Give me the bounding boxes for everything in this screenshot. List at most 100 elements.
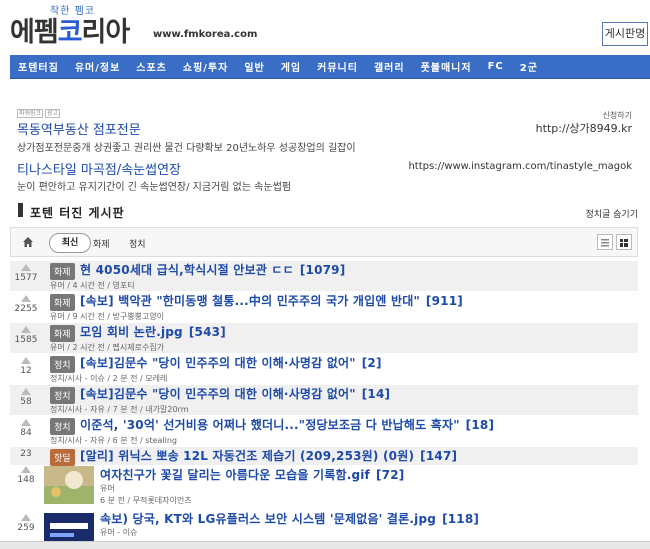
vote-count: 259 <box>17 523 35 533</box>
post-title[interactable]: 이준석, '30억' 선거비용 어쩌나 했더니..."정당보조금 다 반납해도 … <box>80 416 494 433</box>
post-title[interactable]: [알리] 위닉스 뽀송 12L 자동건조 제습기 (209,253원) (0원)… <box>80 447 457 464</box>
post-row-2[interactable]: 2255 화제 [속보] 백악관 "한미동맹 철통...中의 민주주의 국가 개… <box>10 292 638 322</box>
post-meta: 정치/시사 - 자유 / 6 분 전 / stealing <box>50 436 178 445</box>
site-logo[interactable]: 에펨코리아 <box>10 10 131 49</box>
vote-box: 259 <box>10 514 42 533</box>
vote-box: 2255 <box>10 295 42 314</box>
tab-politics[interactable]: 정치 <box>129 237 146 250</box>
nav-item-fm[interactable]: 풋볼매니저 <box>413 59 480 74</box>
post-title-text: 속보) 당국, KT와 LG유플러스 보안 시스템 '문제없음' 결론.jpg <box>100 512 437 526</box>
post-row-5[interactable]: 58 정치 [속보]김문수 "당이 민주주의 대한 이해·사명감 없어" [14]… <box>10 385 638 415</box>
comment-count: [543] <box>188 325 226 339</box>
ad-title-2[interactable]: 티나스타일 마곡점/속눈썹연장 <box>17 159 181 178</box>
post-row-8[interactable]: 148 여자친구가 꽃길 달리는 아름다운 모습을 기록함.gif [72] 유머… <box>10 466 638 508</box>
list-view-button[interactable] <box>597 234 613 250</box>
vote-box: 12 <box>10 357 42 376</box>
vote-count: 23 <box>20 449 32 459</box>
category-badge[interactable]: 화제 <box>50 263 75 280</box>
post-title[interactable]: [속보] 백악관 "한미동맹 철통...中의 민주주의 국가 개입엔 반대" [9… <box>80 292 463 309</box>
ad-url-1[interactable]: http://상가8949.kr <box>536 120 632 136</box>
comment-count: [118] <box>442 512 480 526</box>
post-title[interactable]: [속보]김문수 "당이 민주주의 대한 이해·사명감 없어" [14] <box>80 385 390 402</box>
nav-item-gallery[interactable]: 갤러리 <box>366 59 413 74</box>
upvote-icon <box>21 514 31 521</box>
post-meta: 유머 / 2 시간 전 / 펩시제로수집가 <box>50 343 165 352</box>
post-row-9[interactable]: 259 속보) 당국, KT와 LG유플러스 보안 시스템 '문제없음' 결론.… <box>10 510 638 541</box>
list-view-icon <box>601 239 609 247</box>
post-row-6[interactable]: 84 정치 이준석, '30억' 선거비용 어쩌나 했더니..."정당보조금 다… <box>10 416 638 446</box>
tab-latest[interactable]: 최신 <box>49 233 91 253</box>
nav-item-general[interactable]: 일반 <box>236 59 272 74</box>
vote-count: 148 <box>17 475 35 485</box>
upvote-icon <box>21 326 31 333</box>
vote-count: 1585 <box>14 335 38 345</box>
upvote-icon <box>21 295 31 302</box>
post-title[interactable]: 현 4050세대 급식,학식시절 안보관 ㄷㄷ [1079] <box>80 261 345 278</box>
nav-item-2gun[interactable]: 2군 <box>512 59 546 74</box>
category-badge[interactable]: 정치 <box>50 356 75 373</box>
post-title[interactable]: 모임 회비 논란.jpg [543] <box>80 323 226 340</box>
site-header: 착한 펨코 에펨코리아 www.fmkorea.com 게시판명 <box>0 0 650 50</box>
logo-text-1: 에펨 <box>10 17 59 48</box>
post-row-7[interactable]: 23 핫딜 [알리] 위닉스 뽀송 12L 자동건조 제습기 (209,253원… <box>10 447 638 466</box>
post-title-text: 여자친구가 꽃길 달리는 아름다운 모습을 기록함.gif <box>100 468 370 482</box>
upvote-icon <box>21 466 31 473</box>
post-title-text: [알리] 위닉스 뽀송 12L 자동건조 제습기 (209,253원) (0원) <box>80 449 415 463</box>
os-taskbar <box>0 541 650 549</box>
category-badge[interactable]: 화제 <box>50 325 75 342</box>
post-row-3[interactable]: 1585 화제 모임 회비 논란.jpg [543] 유머 / 2 시간 전 / … <box>10 323 638 353</box>
vote-count: 1577 <box>14 273 38 283</box>
nav-item-poten[interactable]: 포텐터짐 <box>10 59 67 74</box>
ad-title-1[interactable]: 목동역부동산 점포전문 <box>17 119 141 138</box>
vote-box: 1585 <box>10 326 42 345</box>
vote-box: 23 <box>10 447 42 459</box>
post-row-4[interactable]: 12 정치 [속보]김문수 "당이 민주주의 대한 이해·사명감 없어" [2] … <box>10 354 638 384</box>
ad-url-2[interactable]: https://www.instagram.com/tinastyle_mago… <box>408 161 632 172</box>
category-badge[interactable]: 정치 <box>50 418 75 435</box>
comment-count: [72] <box>375 468 405 482</box>
vote-box: 84 <box>10 419 42 438</box>
hide-politics-toggle[interactable]: 정치글 숨기기 <box>585 207 638 220</box>
comment-count: [911] <box>425 294 463 308</box>
vote-box: 148 <box>10 466 42 485</box>
post-meta: 6 분 전 / 무적롯데자이언츠 <box>100 496 192 505</box>
post-meta: 정치/시사 - 자유 / 7 분 전 / 내가말20rm <box>50 405 189 414</box>
nav-item-game[interactable]: 게임 <box>273 59 309 74</box>
post-title[interactable]: 여자친구가 꽃길 달리는 아름다운 모습을 기록함.gif [72] <box>100 466 404 483</box>
logo-text-2: 코 <box>57 17 83 48</box>
board-name-button[interactable]: 게시판명 <box>602 22 648 46</box>
post-thumbnail[interactable] <box>44 513 94 541</box>
nav-item-sports[interactable]: 스포츠 <box>128 59 175 74</box>
logo-text-3: 리아 <box>81 17 131 48</box>
post-meta: 유머 / 4 시간 전 / 영포티 <box>50 281 135 290</box>
nav-item-shopping[interactable]: 쇼핑/투자 <box>175 59 236 74</box>
nav-item-humor[interactable]: 유머/정보 <box>67 59 128 74</box>
category-badge[interactable]: 화제 <box>50 294 75 311</box>
post-title-text: [속보] 백악관 "한미동맹 철통...中의 민주주의 국가 개입엔 반대" <box>80 294 420 308</box>
vote-count: 84 <box>20 428 32 438</box>
nav-item-community[interactable]: 커뮤니티 <box>309 59 366 74</box>
grid-view-button[interactable] <box>616 234 632 250</box>
post-title[interactable]: [속보]김문수 "당이 민주주의 대한 이해·사명감 없어" [2] <box>80 354 382 371</box>
vote-count: 2255 <box>14 304 38 314</box>
category-badge[interactable]: 정치 <box>50 387 75 404</box>
home-icon[interactable] <box>22 236 34 248</box>
upvote-icon <box>21 388 31 395</box>
comment-count: [18] <box>465 418 495 432</box>
main-nav: 포텐터짐 유머/정보 스포츠 쇼핑/투자 일반 게임 커뮤니티 갤러리 풋볼매니… <box>10 55 650 79</box>
vote-count: 12 <box>20 366 32 376</box>
board-tab-bar: 최신 화제 정치 <box>10 227 638 257</box>
post-meta: 유머 - 이슈 <box>100 528 138 537</box>
tab-topic[interactable]: 화제 <box>93 237 110 250</box>
comment-count: [147] <box>420 449 458 463</box>
post-title-text: [속보]김문수 "당이 민주주의 대한 이해·사명감 없어" <box>80 387 356 401</box>
comment-count: [14] <box>361 387 391 401</box>
nav-item-fc[interactable]: FC <box>480 61 512 72</box>
post-thumbnail[interactable] <box>44 466 94 504</box>
board-title-marker <box>18 203 23 217</box>
site-url: www.fmkorea.com <box>153 29 258 40</box>
grid-view-icon <box>620 239 628 247</box>
post-row-1[interactable]: 1577 화제 현 4050세대 급식,학식시절 안보관 ㄷㄷ [1079] 유머… <box>10 261 638 291</box>
hotdeal-badge[interactable]: 핫딜 <box>50 449 75 466</box>
post-title[interactable]: 속보) 당국, KT와 LG유플러스 보안 시스템 '문제없음' 결론.jpg [… <box>100 510 479 527</box>
